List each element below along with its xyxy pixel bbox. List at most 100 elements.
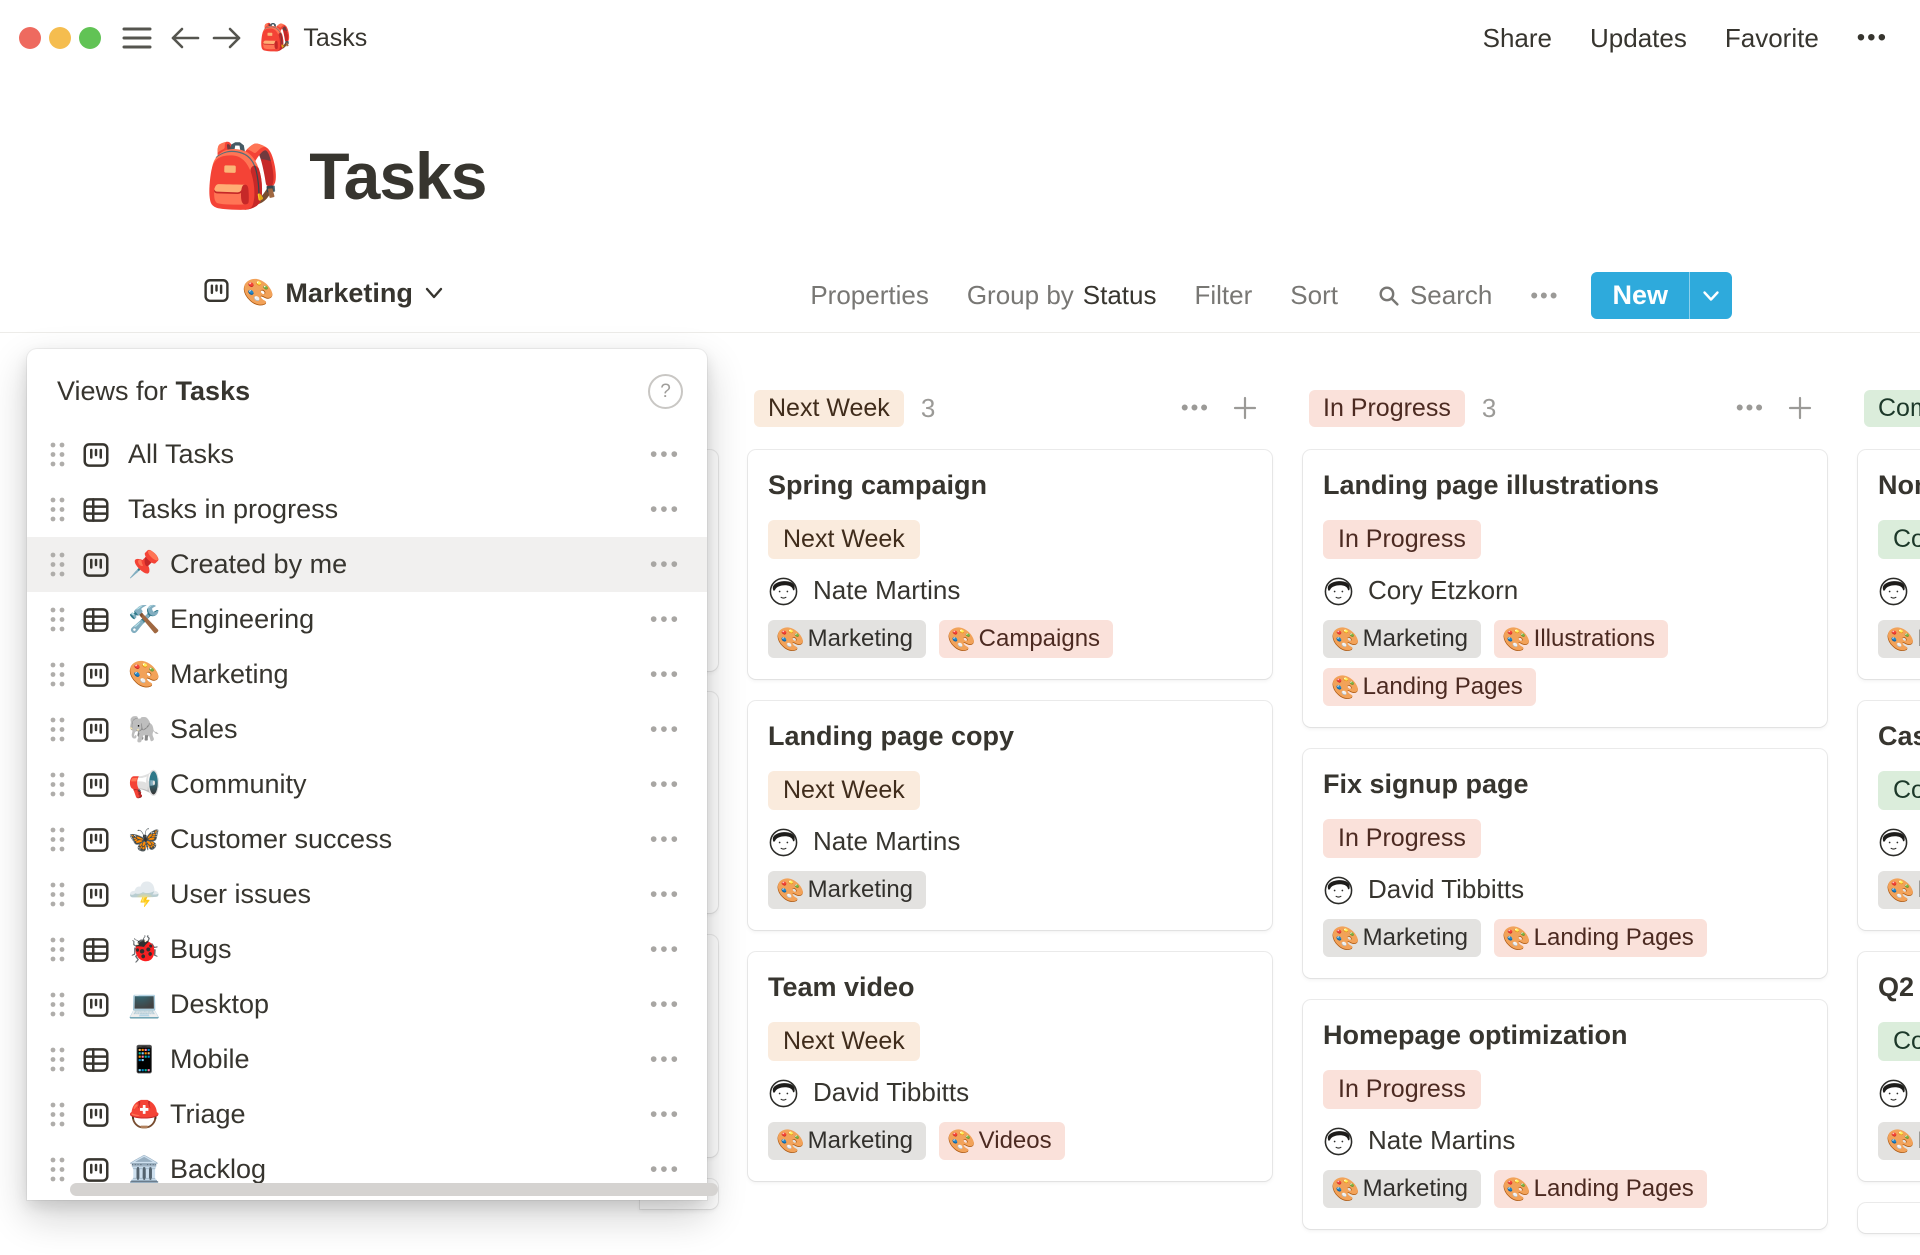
updates-button[interactable]: Updates [1590,23,1687,54]
drag-handle-icon[interactable] [49,881,66,908]
card-title[interactable]: Landing page illustrations [1323,468,1807,503]
group-by-button[interactable]: Group by Status [967,280,1157,311]
new-button-label[interactable]: New [1591,272,1689,319]
card-title[interactable]: Fix signup page [1323,767,1807,802]
view-more-icon[interactable]: ••• [650,1158,681,1182]
drag-handle-icon[interactable] [49,496,66,523]
card-title[interactable]: Homepage optimization [1323,1018,1807,1053]
card-title[interactable]: Non [1878,468,1920,503]
view-list-item[interactable]: Tasks in progress ••• [27,482,707,537]
more-options-icon[interactable]: ••• [1857,24,1888,52]
view-list-item[interactable]: 📱 Mobile ••• [27,1032,707,1087]
properties-button[interactable]: Properties [810,280,929,311]
tag-emoji: 🎨 [1331,1176,1360,1203]
back-arrow-icon[interactable] [165,18,205,58]
task-card[interactable]: Non Complete C [1858,450,1920,679]
view-list-item[interactable]: ⛑️ Triage ••• [27,1087,707,1142]
column-status-tag[interactable]: Next Week [754,390,904,427]
filter-button[interactable]: Filter [1195,280,1253,311]
close-window-button[interactable] [19,27,41,49]
view-more-icon[interactable]: ••• [650,1048,681,1072]
view-list-item[interactable]: 📢 Community ••• [27,757,707,812]
card-title[interactable]: Team video [768,970,1252,1005]
forward-arrow-icon[interactable] [207,18,247,58]
view-more-icon[interactable]: ••• [650,993,681,1017]
new-button[interactable]: New [1591,272,1732,319]
sort-button[interactable]: Sort [1290,280,1338,311]
board-column: Next Week 3 ••• Spring campaign Next Wee… [748,360,1272,1203]
task-card[interactable]: Homepage optimization In Progress Nate M… [1303,1000,1827,1229]
view-list-item[interactable]: 🐞 Bugs ••• [27,922,707,977]
drag-handle-icon[interactable] [49,826,66,853]
card-title[interactable]: Cas [1878,719,1920,754]
favorite-button[interactable]: Favorite [1725,23,1819,54]
share-button[interactable]: Share [1483,23,1552,54]
page-title[interactable]: Tasks [309,138,486,214]
view-list-item[interactable]: 📌 Created by me ••• [27,537,707,592]
column-status-tag[interactable]: In Progress [1309,390,1465,427]
view-more-icon[interactable]: ••• [650,773,681,797]
view-list-item[interactable]: 🐘 Sales ••• [27,702,707,757]
view-list-item[interactable]: 💻 Desktop ••• [27,977,707,1032]
horizontal-scrollbar-thumb[interactable] [70,1183,718,1196]
card-tags: 🎨 Marketing 🎨 Videos [768,1122,1252,1160]
view-options-icon[interactable]: ••• [1530,283,1559,309]
drag-handle-icon[interactable] [49,1101,66,1128]
drag-handle-icon[interactable] [49,661,66,688]
drag-handle-icon[interactable] [49,606,66,633]
zoom-window-button[interactable] [79,27,101,49]
drag-handle-icon[interactable] [49,716,66,743]
view-more-icon[interactable]: ••• [650,443,681,467]
view-selector[interactable]: 🎨 Marketing [202,276,444,310]
view-list-item[interactable]: All Tasks ••• [27,427,707,482]
view-more-icon[interactable]: ••• [650,553,681,577]
help-icon[interactable]: ? [648,374,683,409]
drag-handle-icon[interactable] [49,441,66,468]
view-name: Community [170,769,307,800]
drag-handle-icon[interactable] [49,771,66,798]
view-more-icon[interactable]: ••• [650,498,681,522]
card-assignee: Nate Martins [768,575,1252,606]
view-more-icon[interactable]: ••• [650,1103,681,1127]
drag-handle-icon[interactable] [49,1156,66,1183]
view-list-item[interactable]: 🦋 Customer success ••• [27,812,707,867]
view-more-icon[interactable]: ••• [650,718,681,742]
task-card[interactable]: Q2 r Complete E [1858,952,1920,1181]
card-title[interactable]: Spring campaign [768,468,1252,503]
new-dropdown-chevron-icon[interactable] [1690,272,1732,319]
task-card[interactable]: Landing page copy Next Week Nate Martins [748,701,1272,930]
view-list-item[interactable]: 🎨 Marketing ••• [27,647,707,702]
drag-handle-icon[interactable] [49,936,66,963]
task-card[interactable]: Cas Complete N [1858,701,1920,930]
view-more-icon[interactable]: ••• [650,663,681,687]
column-more-icon[interactable]: ••• [1736,395,1765,421]
task-card[interactable]: Team video Next Week David Tibbitts [748,952,1272,1181]
column-status-tag[interactable]: Complete [1864,390,1920,427]
drag-handle-icon[interactable] [49,551,66,578]
drag-handle-icon[interactable] [49,991,66,1018]
page-icon[interactable]: 🎒 [204,145,281,207]
search-button[interactable]: Search [1376,280,1492,311]
view-more-icon[interactable]: ••• [650,608,681,632]
assignee-name: Nate Martins [1368,1125,1515,1156]
breadcrumb[interactable]: 🎒 Tasks [259,23,367,53]
card-title[interactable]: Landing page copy [768,719,1252,754]
minimize-window-button[interactable] [49,27,71,49]
card-title[interactable]: Q2 r [1878,970,1920,1005]
task-card[interactable]: Fix signup page In Progress David Tibbit… [1303,749,1827,978]
view-more-icon[interactable]: ••• [650,883,681,907]
view-list-item[interactable]: 🌩️ User issues ••• [27,867,707,922]
board-view-icon [202,276,231,310]
task-card[interactable] [1858,1203,1920,1233]
task-card[interactable]: Landing page illustrations In Progress C… [1303,450,1827,727]
view-list-item[interactable]: 🛠️ Engineering ••• [27,592,707,647]
view-more-icon[interactable]: ••• [650,828,681,852]
view-name: Triage [170,1099,246,1130]
task-card[interactable]: Spring campaign Next Week Nate Martins [748,450,1272,679]
hamburger-menu-icon[interactable] [117,18,157,58]
column-add-card-icon[interactable] [1232,395,1258,421]
column-more-icon[interactable]: ••• [1181,395,1210,421]
column-add-card-icon[interactable] [1787,395,1813,421]
drag-handle-icon[interactable] [49,1046,66,1073]
view-more-icon[interactable]: ••• [650,938,681,962]
